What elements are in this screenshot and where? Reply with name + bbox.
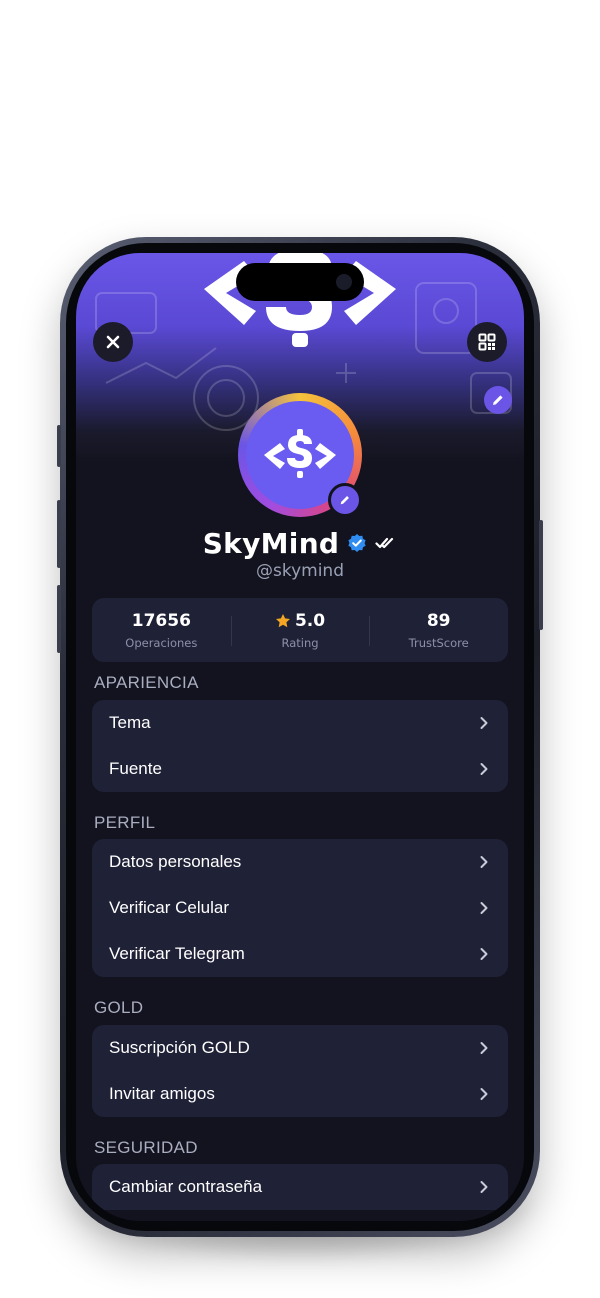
pencil-icon <box>493 395 503 405</box>
chevron-right-icon <box>476 854 492 870</box>
star-icon <box>275 613 290 627</box>
stat-rating: 5.0 Rating <box>230 598 370 662</box>
profile-handle: @skymind <box>255 561 344 581</box>
menu-item-verificar-telegram[interactable]: Verificar Telegram <box>92 931 508 977</box>
volume-down-button <box>57 585 61 653</box>
menu-item-label: Fuente <box>109 759 162 778</box>
verified-badge-icon <box>348 534 366 552</box>
double-check-icon <box>375 537 394 549</box>
close-icon <box>106 335 120 349</box>
qr-code-icon <box>478 333 496 351</box>
brand-logo-icon <box>264 429 336 478</box>
power-button <box>539 520 543 630</box>
menu-item-label: Suscripción GOLD <box>109 1038 250 1057</box>
close-button[interactable] <box>93 322 133 362</box>
section-card-perfil: Datos personales Verificar Celular Verif… <box>92 839 508 977</box>
qr-code-button[interactable] <box>467 322 507 362</box>
stat-operaciones: 17656 Operaciones <box>92 598 231 662</box>
stat-value: 17656 <box>131 610 191 631</box>
menu-item-tema[interactable]: Tema <box>92 700 508 746</box>
chevron-right-icon <box>476 1040 492 1056</box>
stat-trustscore: 89 TrustScore <box>369 598 508 662</box>
stat-label: Rating <box>281 635 319 650</box>
menu-item-label: Datos personales <box>109 852 242 871</box>
stat-label: TrustScore <box>408 635 469 650</box>
menu-item-label: Invitar amigos <box>109 1084 215 1103</box>
section-title-gold: GOLD <box>94 998 144 1017</box>
chevron-right-icon <box>476 946 492 962</box>
stat-value-row: 5.0 <box>275 611 325 631</box>
menu-item-invitar-amigos[interactable]: Invitar amigos <box>92 1071 508 1117</box>
action-button <box>57 425 61 467</box>
dynamic-island <box>236 263 364 301</box>
pencil-icon <box>340 496 349 505</box>
profile-name: SkyMind <box>202 526 340 560</box>
menu-item-datos-personales[interactable]: Datos personales <box>92 839 508 885</box>
section-title-perfil: PERFIL <box>94 813 156 832</box>
chevron-right-icon <box>476 1086 492 1102</box>
menu-item-cambiar-contrasena[interactable]: Cambiar contraseña <box>92 1164 508 1210</box>
stat-label: Operaciones <box>125 635 198 650</box>
stat-value: 89 <box>426 610 451 631</box>
menu-item-label: Verificar Telegram <box>109 944 245 963</box>
chevron-right-icon <box>476 715 492 731</box>
stats-card: 17656 Operaciones 5.0 Rating 89 TrustSco… <box>92 598 508 662</box>
section-card-apariencia: Tema Fuente <box>92 700 508 792</box>
menu-item-label: Verificar Celular <box>109 898 229 917</box>
section-title-apariencia: APARIENCIA <box>94 673 199 692</box>
menu-item-fuente[interactable]: Fuente <box>92 746 508 792</box>
section-title-seguridad: SEGURIDAD <box>94 1138 198 1157</box>
menu-item-label: Tema <box>109 713 151 732</box>
section-card-gold: Suscripción GOLD Invitar amigos <box>92 1025 508 1117</box>
app-screen: SkyMind @skymind 17656 Operaciones 5.0 R… <box>76 253 524 1221</box>
section-card-seguridad: Cambiar contraseña <box>92 1164 508 1210</box>
chevron-right-icon <box>476 1179 492 1195</box>
chevron-right-icon <box>476 761 492 777</box>
menu-item-label: Cambiar contraseña <box>109 1177 263 1196</box>
chevron-right-icon <box>476 900 492 916</box>
menu-item-suscripcion-gold[interactable]: Suscripción GOLD <box>92 1025 508 1071</box>
rating-value: 5.0 <box>294 610 326 631</box>
edit-avatar-button[interactable] <box>328 483 362 517</box>
edit-cover-button[interactable] <box>484 386 512 414</box>
menu-item-verificar-celular[interactable]: Verificar Celular <box>92 885 508 931</box>
profile-name-row: SkyMind <box>76 523 524 563</box>
volume-up-button <box>57 500 61 568</box>
